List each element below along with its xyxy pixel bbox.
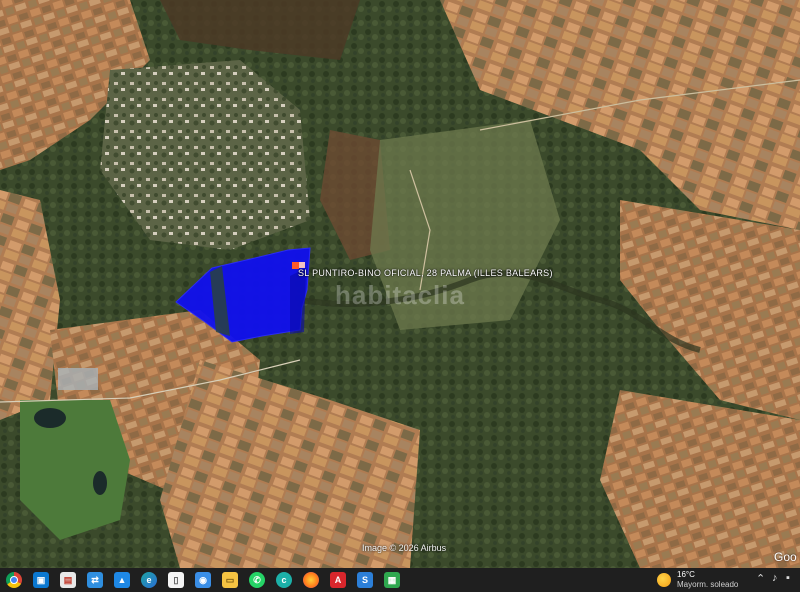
network-icon[interactable]: ⇄ xyxy=(87,572,103,588)
sun-icon xyxy=(657,573,671,587)
remote-desktop-icon[interactable]: ▣ xyxy=(33,572,49,588)
weather-widget[interactable]: 16°C Mayorm. soleado xyxy=(657,570,738,590)
photos-icon[interactable]: ▲ xyxy=(114,572,130,588)
speaker-icon[interactable]: ♪ xyxy=(772,572,778,584)
document-icon[interactable]: ▯ xyxy=(168,572,184,588)
sourcetree-icon[interactable]: S xyxy=(357,572,373,588)
weather-temperature: 16°C xyxy=(677,570,695,579)
edge-icon[interactable]: e xyxy=(141,572,157,588)
teams-icon[interactable]: c xyxy=(276,572,292,588)
parcel-label: SL PUNTIRO-BINO OFICIAL, 28 PALMA (ILLES… xyxy=(298,268,553,278)
google-logo: Goo xyxy=(774,550,797,564)
watermark-logo: habitaclia xyxy=(335,280,465,310)
acrobat-icon[interactable]: A xyxy=(330,572,346,588)
weather-description: Mayorm. soleado xyxy=(677,580,739,589)
sheets-icon[interactable]: ▦ xyxy=(384,572,400,588)
tray-chevron-icon[interactable]: ⌃ xyxy=(756,572,765,585)
whatsapp-icon[interactable]: ✆ xyxy=(249,572,265,588)
imagery-attribution: Image © 2026 Airbus xyxy=(362,543,447,553)
file-explorer-icon[interactable]: ▭ xyxy=(222,572,238,588)
firefox-icon[interactable] xyxy=(303,572,319,588)
chrome-icon[interactable] xyxy=(6,572,22,588)
camera-icon[interactable]: ◉ xyxy=(195,572,211,588)
satellite-map[interactable]: SL PUNTIRO-BINO OFICIAL, 28 PALMA (ILLES… xyxy=(0,0,800,568)
presentation-icon[interactable]: ▤ xyxy=(60,572,76,588)
network-tray-icon[interactable]: ▪ xyxy=(786,572,790,584)
